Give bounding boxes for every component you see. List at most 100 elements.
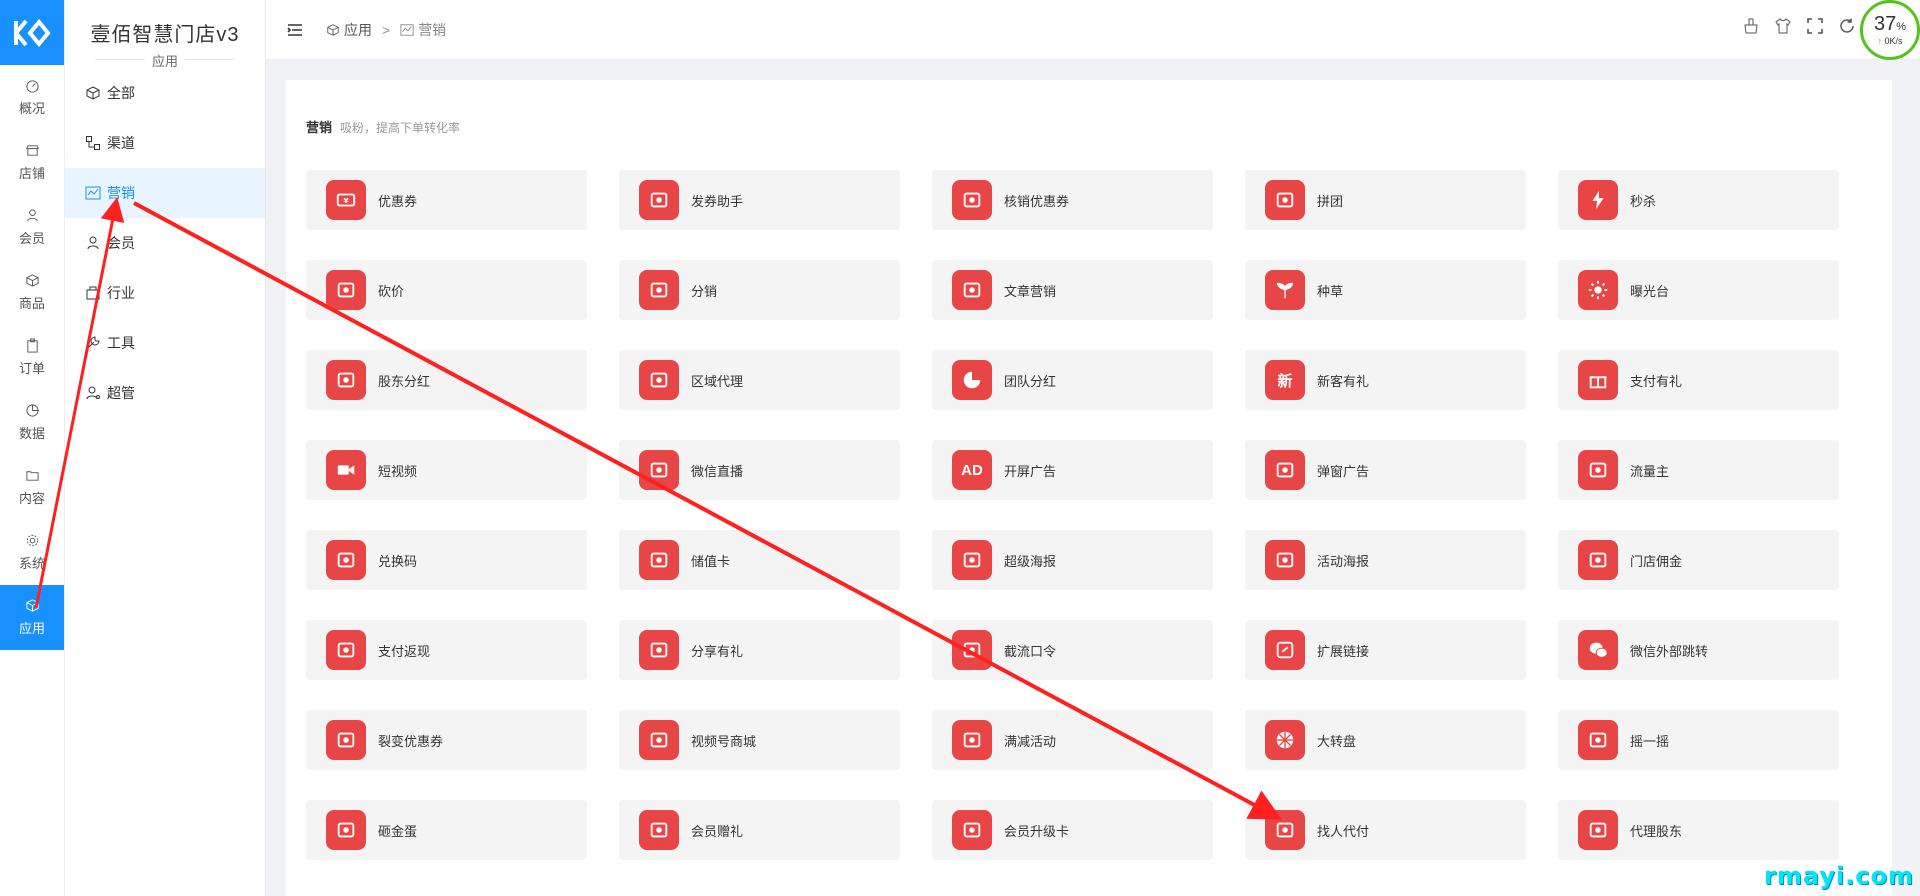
app-tile-label: 门店佣金	[1630, 553, 1683, 569]
app-tile-label: 活动海报	[1317, 553, 1370, 569]
app-tile[interactable]: 秒杀	[1558, 170, 1839, 230]
app-tile[interactable]: 会员升级卡	[932, 800, 1213, 860]
app-tile[interactable]: 扩展链接	[1245, 620, 1526, 680]
app-tile[interactable]: 分享有礼	[619, 620, 900, 680]
app-tile[interactable]: 新 新客有礼	[1245, 350, 1526, 410]
app-tile[interactable]: 找人代付	[1245, 800, 1526, 860]
app-tile[interactable]: 代理股东	[1558, 800, 1839, 860]
app-tile[interactable]: 截流口令	[932, 620, 1213, 680]
rail-item-label: 店铺	[18, 166, 45, 181]
submenu-item-all[interactable]: 全部	[65, 68, 265, 118]
submenu-item-admin[interactable]: 超管	[65, 368, 265, 418]
cube-icon	[86, 86, 100, 100]
app-tile[interactable]: ¥ 优惠券	[306, 170, 587, 230]
app-tile[interactable]: 视频号商城	[619, 710, 900, 770]
content-card: 营销 吸粉，提高下单转化率 ¥ 优惠券 发券助手 核销优惠券 拼团 秒杀 砍价 分销 文章营销 种…	[286, 80, 1892, 896]
submenu-item-label: 营销	[107, 185, 135, 201]
app-tile[interactable]: 种草	[1245, 260, 1526, 320]
app-tile[interactable]: 兑换码	[306, 530, 587, 590]
submenu-item-member[interactable]: 会员	[65, 218, 265, 268]
app-tile-label: 分销	[691, 283, 718, 299]
app-tile[interactable]: 拼团	[1245, 170, 1526, 230]
app-tile[interactable]: 曝光台	[1558, 260, 1839, 320]
submenu-item-marketing[interactable]: 营销	[65, 168, 265, 218]
submenu-item-industry[interactable]: 行业	[65, 268, 265, 318]
app-tile[interactable]: 微信外部跳转	[1558, 620, 1839, 680]
video-mall-icon	[639, 720, 679, 760]
app-tile[interactable]: 支付返现	[306, 620, 587, 680]
app-logo[interactable]	[0, 0, 64, 65]
app-tile[interactable]: 股东分红	[306, 350, 587, 410]
icon-glyph: 新	[1277, 372, 1293, 390]
app-tile-label: 超级海报	[1004, 553, 1057, 569]
app-tile[interactable]: 大转盘	[1245, 710, 1526, 770]
shake-icon	[1578, 720, 1618, 760]
app-tile[interactable]: 文章营销	[932, 260, 1213, 320]
brand-title: 壹佰智慧门店v3	[90, 24, 240, 46]
app-tile-label: 代理股东	[1630, 823, 1683, 839]
rail-item-order[interactable]: 订单	[0, 325, 64, 390]
app-tile[interactable]: 团队分红	[932, 350, 1213, 410]
network-speed-widget: 37% ↑ 0K/s	[1860, 0, 1920, 60]
app-tile[interactable]: 满减活动	[932, 710, 1213, 770]
icon-glyph: AD	[961, 461, 983, 479]
app-tile-label: 支付返现	[378, 643, 431, 659]
app-tile[interactable]: 砍价	[306, 260, 587, 320]
breadcrumb-item-apps[interactable]: 应用	[326, 20, 372, 40]
commission-icon	[1578, 540, 1618, 580]
submenu-item-tools[interactable]: 工具	[65, 318, 265, 368]
app-tile[interactable]: 短视频	[306, 440, 587, 500]
app-tile[interactable]: 分销	[619, 260, 900, 320]
rail-item-system[interactable]: 系统	[0, 520, 64, 585]
header-toolbar	[1742, 17, 1856, 35]
menu-toggle-icon[interactable]	[286, 21, 304, 39]
speed-percent-unit: %	[1896, 21, 1907, 33]
rail-item-overview[interactable]: 概况	[0, 65, 64, 130]
rail-item-data[interactable]: 数据	[0, 390, 64, 455]
app-tile[interactable]: 储值卡	[619, 530, 900, 590]
pie-icon	[952, 360, 992, 400]
app-tile-label: 裂变优惠券	[378, 733, 444, 749]
app-tile[interactable]: AD 开屏广告	[932, 440, 1213, 500]
member-upgrade-icon	[952, 810, 992, 850]
store-icon	[25, 145, 39, 156]
app-tile[interactable]: 会员赠礼	[619, 800, 900, 860]
clean-icon[interactable]	[1742, 17, 1760, 35]
rail-item-content[interactable]: 内容	[0, 455, 64, 520]
discount-icon	[952, 720, 992, 760]
agent-shareholder-icon	[1578, 810, 1618, 850]
gear-icon	[26, 534, 38, 547]
app-tile[interactable]: 砸金蛋	[306, 800, 587, 860]
app-tile[interactable]: 区域代理	[619, 350, 900, 410]
app-tile[interactable]: 弹窗广告	[1245, 440, 1526, 500]
app-tile-label: 储值卡	[691, 553, 731, 569]
rail-item-product[interactable]: 商品	[0, 260, 64, 325]
app-tile[interactable]: 超级海报	[932, 530, 1213, 590]
app-tile[interactable]: 核销优惠券	[932, 170, 1213, 230]
app-tile[interactable]: 发券助手	[619, 170, 900, 230]
rail-item-apps[interactable]: 应用	[0, 585, 64, 650]
app-tile-label: 曝光台	[1630, 283, 1670, 299]
clipboard-icon	[26, 338, 38, 353]
fullscreen-icon[interactable]	[1806, 17, 1824, 35]
wechat-icon	[1578, 630, 1618, 670]
refresh-icon[interactable]	[1838, 17, 1856, 35]
app-tile[interactable]: 摇一摇	[1558, 710, 1839, 770]
app-tile[interactable]: 微信直播	[619, 440, 900, 500]
sprout-icon	[1265, 270, 1305, 310]
app-tile[interactable]: 活动海报	[1245, 530, 1526, 590]
fission-coupon-icon	[326, 720, 366, 760]
app-tile[interactable]: 流量主	[1558, 440, 1839, 500]
app-tile[interactable]: 裂变优惠券	[306, 710, 587, 770]
pay-for-me-icon	[1265, 810, 1305, 850]
app-tile[interactable]: 支付有礼	[1558, 350, 1839, 410]
shirt-icon[interactable]	[1774, 17, 1792, 35]
app-tile[interactable]: 门店佣金	[1558, 530, 1839, 590]
submenu-item-channel[interactable]: 渠道	[65, 118, 265, 168]
app-tile-label: 截流口令	[1004, 643, 1057, 659]
live-icon	[639, 450, 679, 490]
rail-item-label: 系统	[18, 556, 45, 571]
group-buy-icon	[1265, 180, 1305, 220]
rail-item-store[interactable]: 店铺	[0, 130, 64, 195]
rail-item-member[interactable]: 会员	[0, 195, 64, 260]
